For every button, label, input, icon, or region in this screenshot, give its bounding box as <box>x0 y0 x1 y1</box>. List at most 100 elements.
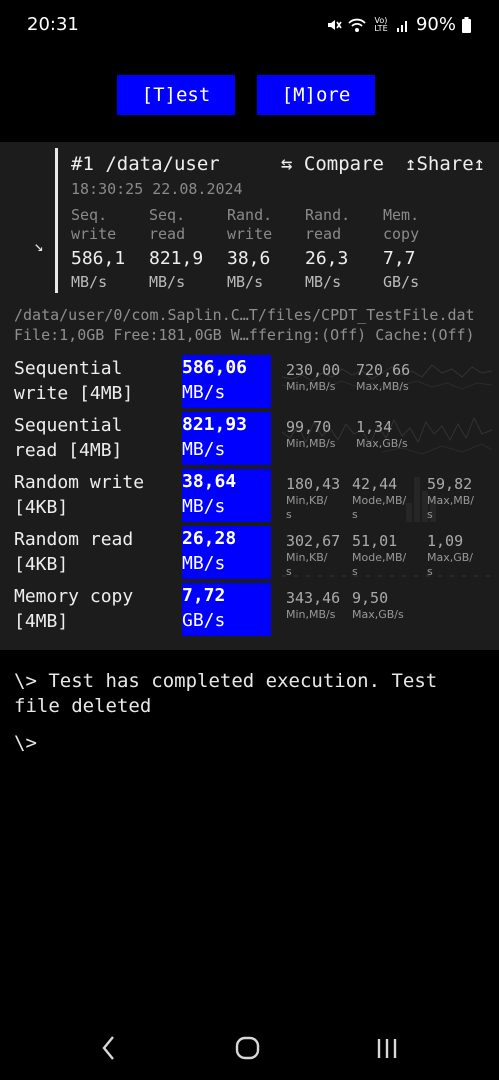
row-value-mem-copy: 7,72 GB/s <box>182 583 271 636</box>
stat-max: 59,82 Max,MB/ s <box>427 475 474 522</box>
metric-label: read <box>305 225 342 243</box>
stat-value: 1,09 <box>427 532 464 550</box>
row-label-line: read [4MB] <box>14 440 123 461</box>
stat-label: Min,MB/s <box>286 608 336 621</box>
stat-mode: 42,44 Mode,MB/ s <box>352 475 406 522</box>
metric-rand-write: Rand. write 38,6 MB/s <box>227 206 307 292</box>
stat-label: s <box>427 565 433 578</box>
metric-rand-read: Rand. read 26,3 MB/s <box>305 206 385 292</box>
stat-min: 343,46 Min,MB/s <box>286 589 340 622</box>
row-value-seq-read: 821,93 MB/s <box>182 412 271 465</box>
metric-unit: MB/s <box>149 273 186 291</box>
home-icon[interactable] <box>235 1033 261 1063</box>
arrow-down-right-icon[interactable]: ↘ <box>34 236 44 255</box>
row-value-rand-write: 38,64 MB/s <box>182 469 271 522</box>
metric-unit: MB/s <box>305 273 342 291</box>
battery-percent: 90% <box>415 14 456 35</box>
stat-label: Max,GB/s <box>356 437 408 450</box>
file-details: File:1,0GB Free:181,0GB W…ffering:(Off) … <box>14 326 475 344</box>
status-icons: Vo) LTE 90% <box>326 14 471 35</box>
test-button[interactable]: [T]est <box>117 75 235 115</box>
stat-label: s <box>286 565 292 578</box>
metric-label: Rand. <box>227 206 273 224</box>
row-label-mem-copy: Memory copy [4MB] <box>14 584 179 634</box>
card-datetime: 18:30:25 22.08.2024 <box>71 180 243 198</box>
card-title: #1 /data/user <box>71 153 220 175</box>
stat-label: Mode,MB/ <box>352 494 407 507</box>
stat-label: s <box>286 508 292 521</box>
row-label-line: Sequential <box>14 415 123 436</box>
row-stats-rand-write: 180,43 Min,KB/ s 42,44 Mode,MB/ s 59,82 … <box>282 469 492 522</box>
stat-max: 720,66 Max,MB/s <box>356 361 410 394</box>
row-label-line: Random write <box>14 472 145 493</box>
file-path: /data/user/0/com.Saplin.C…T/files/CPDT_T… <box>14 306 475 324</box>
console-message-line: \> Test has completed execution. Test <box>14 670 438 692</box>
row-label-rand-read: Random read [4KB] <box>14 527 179 577</box>
stat-max: 1,09 Max,GB/ s <box>427 532 473 579</box>
signal-icon <box>396 20 407 32</box>
metric-label: write <box>227 225 273 243</box>
stat-max: 9,50 Max,GB/s <box>352 589 404 622</box>
stat-max: 1,34 Max,GB/s <box>356 418 408 451</box>
stat-value: 230,00 <box>286 361 341 379</box>
row-value-unit: GB/s <box>182 610 226 631</box>
row-value-number: 586,06 <box>182 357 248 378</box>
stat-value: 9,50 <box>352 589 389 607</box>
stat-value: 1,34 <box>356 418 393 436</box>
stat-value: 42,44 <box>352 475 398 493</box>
status-time: 20:31 <box>27 14 79 35</box>
stat-min: 302,67 Min,KB/ s <box>286 532 340 579</box>
row-label-line: Random read <box>14 529 134 550</box>
back-icon[interactable] <box>100 1033 116 1063</box>
row-value-rand-read: 26,28 MB/s <box>182 526 271 579</box>
mute-icon <box>327 19 342 30</box>
row-label-seq-read: Sequential read [4MB] <box>14 413 179 463</box>
stat-label: s <box>352 508 358 521</box>
metric-label: write <box>71 225 117 243</box>
row-label-line: Sequential <box>14 358 123 379</box>
row-value-number: 821,93 <box>182 414 248 435</box>
metric-value: 38,6 <box>227 248 271 269</box>
stat-min: 180,43 Min,KB/ s <box>286 475 340 522</box>
more-button[interactable]: [M]ore <box>257 75 375 115</box>
stat-value: 99,70 <box>286 418 332 436</box>
stat-value: 180,43 <box>286 475 341 493</box>
stat-label: Max,MB/ <box>427 494 474 507</box>
wifi-icon <box>348 18 366 32</box>
row-label-line: [4KB] <box>14 497 69 518</box>
stat-label: Min,KB/ <box>286 494 328 507</box>
row-label-line: [4MB] <box>14 611 69 632</box>
metric-value: 7,7 <box>383 248 416 269</box>
compare-button[interactable]: ⇆ Compare <box>281 153 384 175</box>
console-prompt[interactable]: \> <box>14 731 484 756</box>
stat-min: 230,00 Min,MB/s <box>286 361 340 394</box>
metric-seq-write: Seq. write 586,1 MB/s <box>71 206 151 292</box>
stat-label: s <box>427 508 433 521</box>
row-stats-rand-read: 302,67 Min,KB/ s 51,01 Mode,MB/ s 1,09 M… <box>282 526 492 579</box>
metric-label: Seq. <box>149 206 186 224</box>
row-label-seq-write: Sequential write [4MB] <box>14 356 179 406</box>
share-button[interactable]: ↥Share↥ <box>405 153 485 175</box>
battery-icon <box>462 16 471 33</box>
row-value-number: 38,64 <box>182 471 237 492</box>
stat-label: Min,KB/ <box>286 551 328 564</box>
stat-mode: 51,01 Mode,MB/ s <box>352 532 406 579</box>
row-value-unit: MB/s <box>182 496 226 517</box>
stat-label: Min,MB/s <box>286 380 336 393</box>
metric-value: 821,9 <box>149 248 204 269</box>
stat-value: 302,67 <box>286 532 341 550</box>
status-bar: 20:31 Vo) LTE 90% <box>0 0 499 50</box>
metric-label: copy <box>383 225 420 243</box>
metric-seq-read: Seq. read 821,9 MB/s <box>149 206 229 292</box>
stat-value: 59,82 <box>427 475 473 493</box>
recent-apps-icon[interactable] <box>376 1033 400 1063</box>
metric-mem-copy: Mem. copy 7,7 GB/s <box>383 206 463 292</box>
stat-value: 343,46 <box>286 589 341 607</box>
console-message: \> Test has completed execution. Test fi… <box>14 669 484 719</box>
metric-value: 26,3 <box>305 248 349 269</box>
row-label-line: Memory copy <box>14 586 134 607</box>
metric-label: Seq. <box>71 206 108 224</box>
row-stats-seq-write: 230,00 Min,MB/s 720,66 Max,MB/s <box>282 355 492 408</box>
stat-label: Min,MB/s <box>286 437 336 450</box>
stat-label: Max,GB/s <box>352 608 404 621</box>
